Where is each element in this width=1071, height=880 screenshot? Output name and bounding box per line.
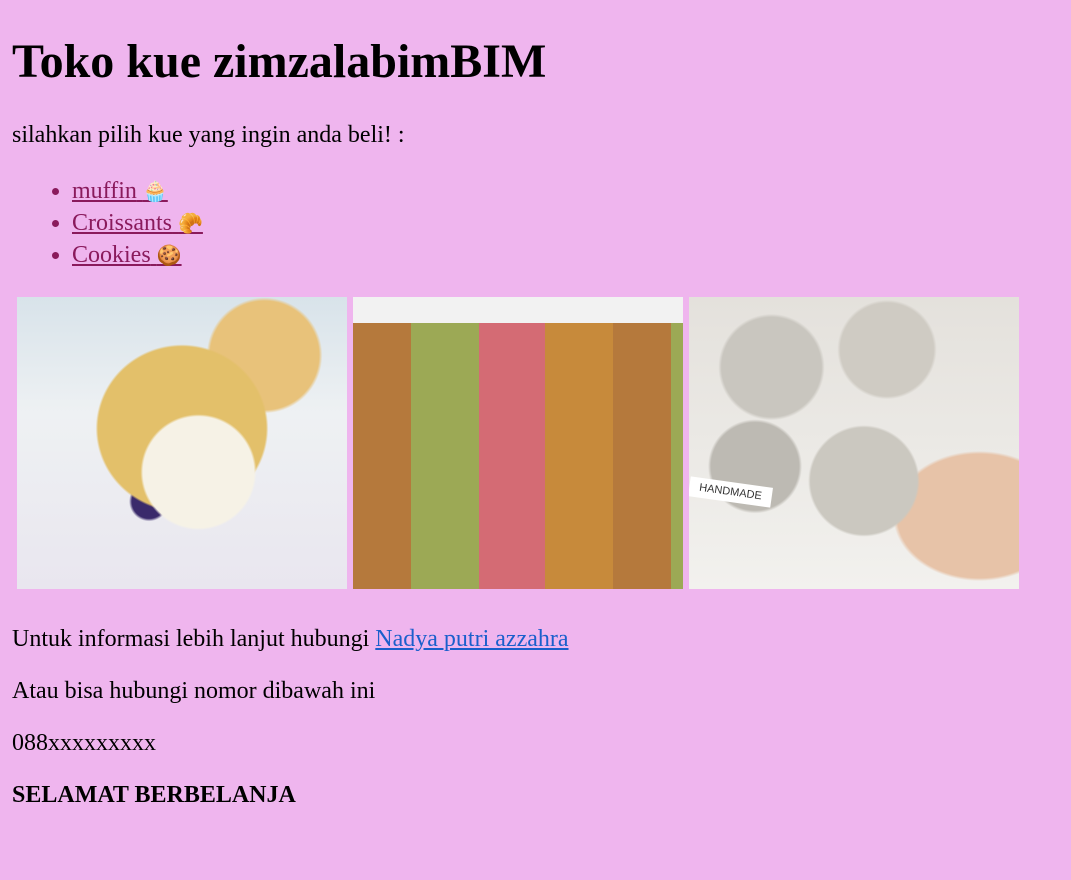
cake-menu-list: muffin 🧁 Croissants 🥐 Cookies 🍪: [12, 175, 1059, 271]
list-item: muffin 🧁: [72, 175, 1059, 207]
contact-info: Untuk informasi lebih lanjut hubungi Nad…: [12, 626, 569, 652]
muffin-link[interactable]: muffin 🧁: [72, 178, 168, 204]
alt-contact-text: Atau bisa hubungi nomor dibawah ini: [12, 678, 376, 704]
cookies-image: HANDMADE: [689, 297, 1019, 589]
page: Toko kue zimzalabimBIM silahkan pilih ku…: [0, 0, 1071, 809]
page-title: Toko kue zimzalabimBIM: [12, 35, 547, 88]
cookie-icon: 🍪: [156, 243, 182, 267]
closing-text: SELAMAT BERBELANJA: [12, 782, 296, 808]
contact-link[interactable]: Nadya putri azzahra: [375, 626, 568, 652]
cookies-link[interactable]: Cookies 🍪: [72, 242, 182, 268]
croissants-image: [353, 297, 683, 589]
cake-gallery: HANDMADE: [17, 297, 1059, 589]
phone-number: 088xxxxxxxxx: [12, 730, 156, 756]
croissants-link[interactable]: Croissants 🥐: [72, 210, 203, 236]
cupcake-icon: 🧁: [142, 179, 168, 203]
cookie-box-label: HANDMADE: [689, 476, 773, 508]
list-item: Croissants 🥐: [72, 207, 1059, 239]
croissant-icon: 🥐: [178, 211, 203, 235]
intro-text: silahkan pilih kue yang ingin anda beli!…: [12, 122, 405, 148]
list-item: Cookies 🍪: [72, 239, 1059, 271]
muffin-image: [17, 297, 347, 589]
